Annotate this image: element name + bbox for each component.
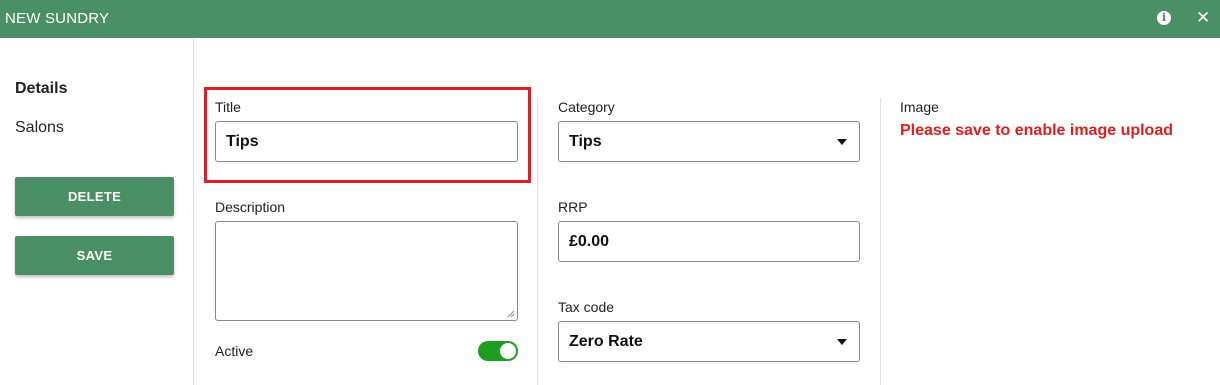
chevron-down-icon <box>837 139 847 145</box>
chevron-down-icon <box>837 339 847 345</box>
sidebar-item-salons[interactable]: Salons <box>15 119 64 137</box>
column-divider <box>537 98 538 385</box>
active-label: Active <box>215 343 254 359</box>
tax-code-value: Zero Rate <box>569 333 643 350</box>
category-value: Tips <box>569 133 602 150</box>
dialog-header: NEW SUNDRY i ✕ <box>0 0 1220 38</box>
close-icon[interactable]: ✕ <box>1196 9 1210 27</box>
description-textarea[interactable] <box>215 221 518 321</box>
category-select[interactable]: Tips <box>558 121 860 162</box>
tax-code-select[interactable]: Zero Rate <box>558 321 860 362</box>
resize-grip-icon[interactable] <box>507 310 515 318</box>
rrp-label: RRP <box>558 199 588 215</box>
dialog-title: NEW SUNDRY <box>5 10 110 27</box>
tax-code-label: Tax code <box>558 299 615 315</box>
active-toggle[interactable] <box>478 341 518 361</box>
image-upload-message: Please save to enable image upload <box>900 122 1173 139</box>
sidebar-item-details[interactable]: Details <box>15 80 67 98</box>
save-button[interactable]: SAVE <box>15 236 174 275</box>
column-divider <box>880 98 881 385</box>
sidebar: Details Salons DELETE SAVE <box>0 38 194 385</box>
title-input[interactable]: Tips <box>215 121 518 162</box>
title-label: Title <box>215 99 241 115</box>
delete-button[interactable]: DELETE <box>15 177 174 216</box>
toggle-knob <box>500 343 516 359</box>
info-icon[interactable]: i <box>1157 11 1171 25</box>
image-label: Image <box>900 99 939 115</box>
category-label: Category <box>558 99 615 115</box>
description-label: Description <box>215 199 286 215</box>
rrp-input[interactable]: £0.00 <box>558 221 860 262</box>
